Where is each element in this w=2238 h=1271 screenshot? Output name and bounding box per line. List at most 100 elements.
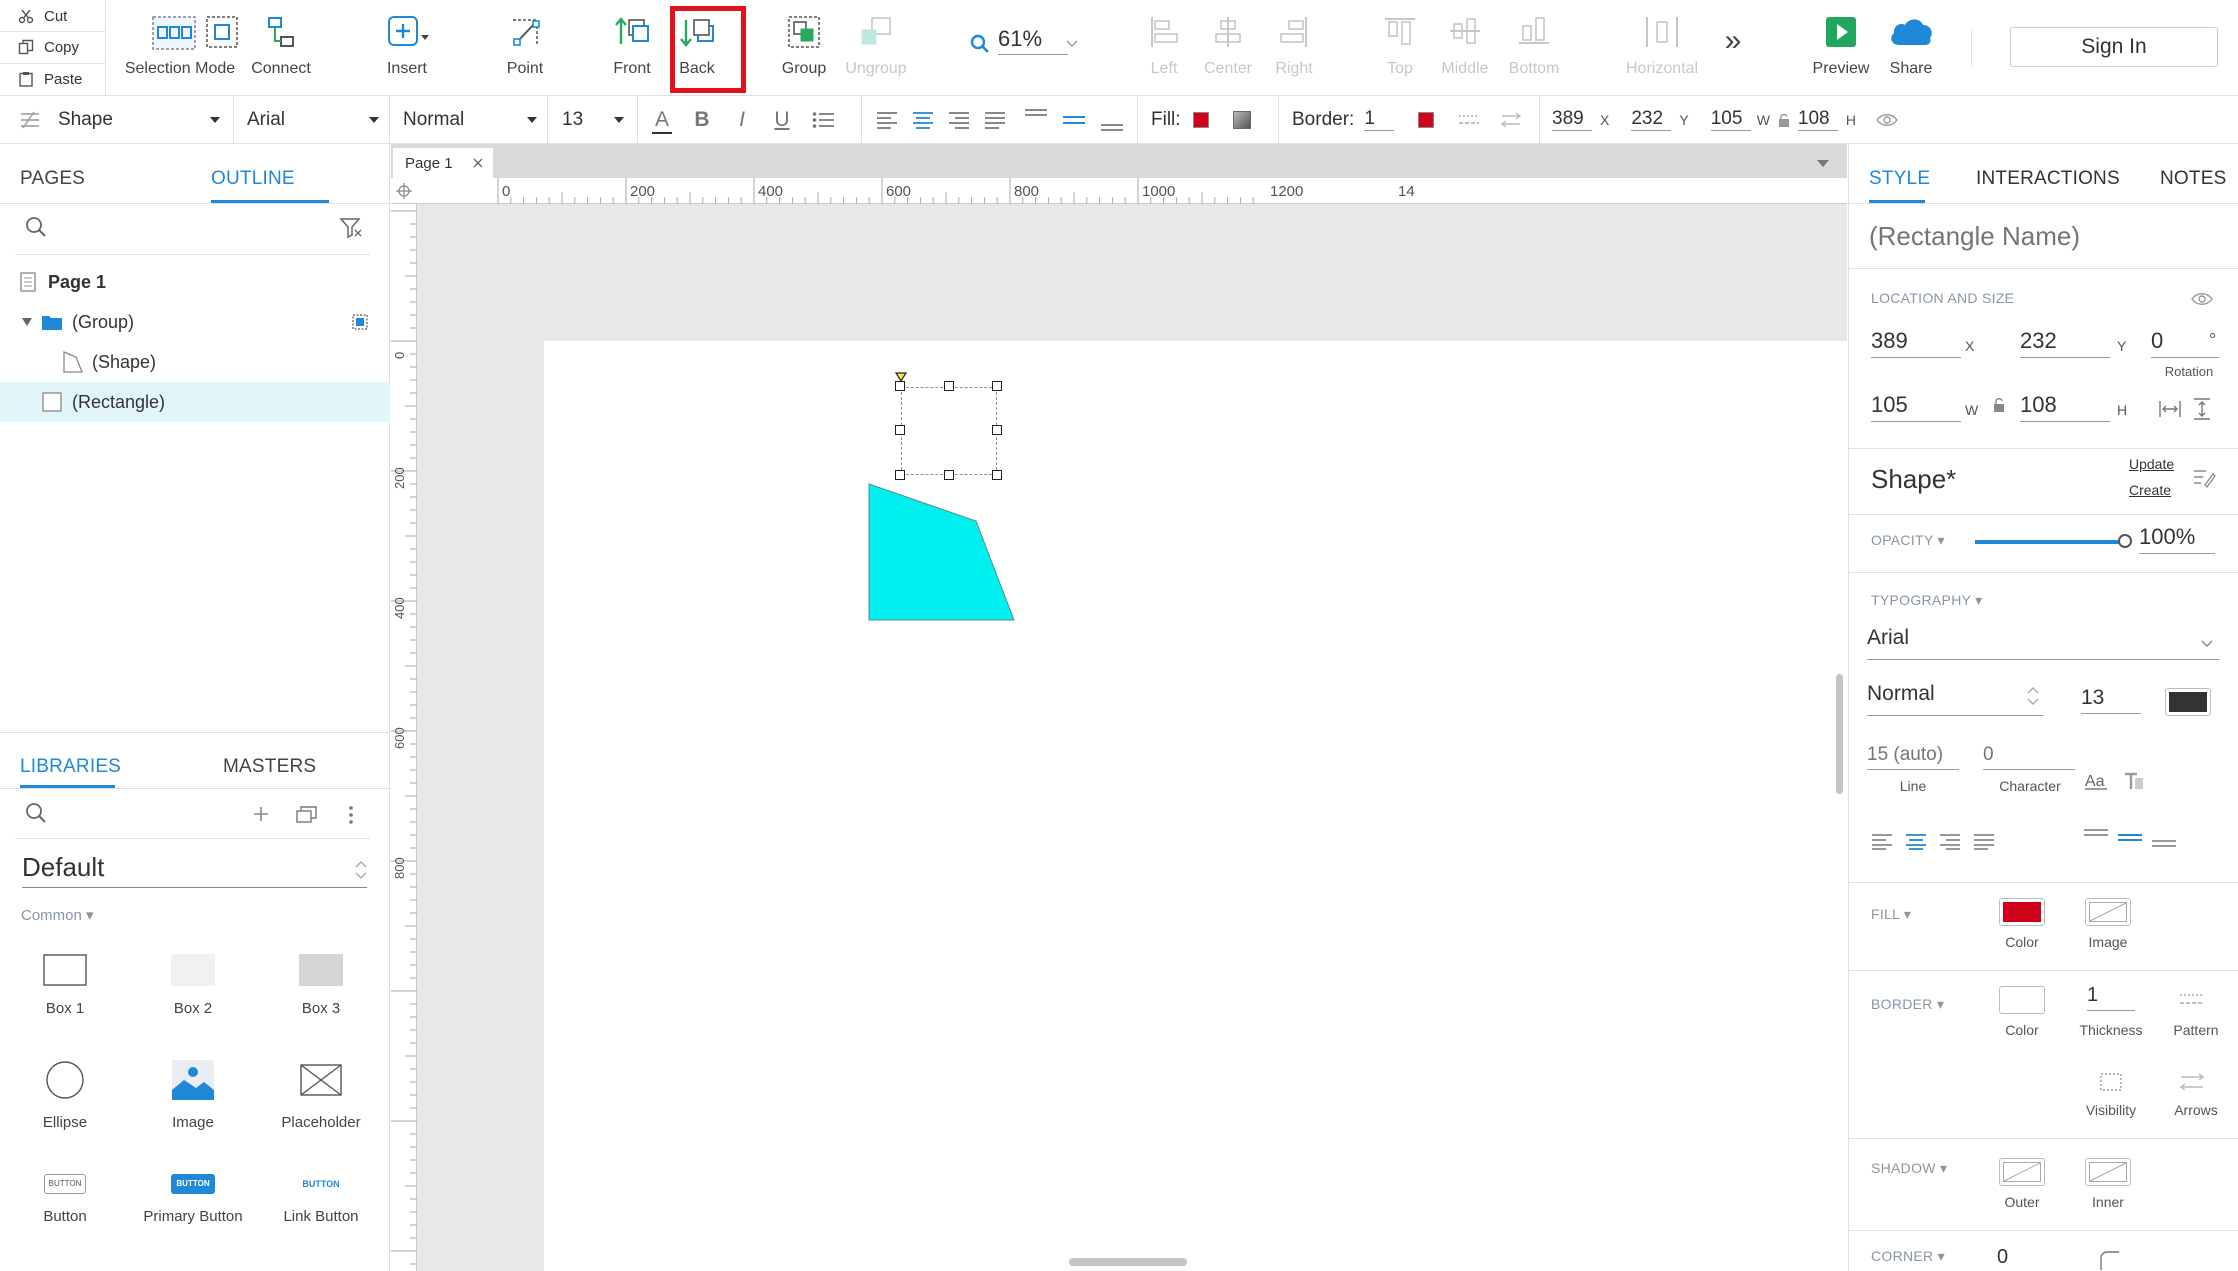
opacity-slider[interactable] [1975,534,2132,548]
align-text-left-icon[interactable] [876,111,898,129]
align-middle-button[interactable]: Middle [1440,0,1490,95]
align-bottom-button[interactable]: Bottom [1506,0,1562,95]
resize-handle[interactable] [895,425,905,435]
tab-masters[interactable]: MASTERS [223,756,316,778]
border-pattern-icon[interactable] [2179,992,2205,1008]
more-tools-button[interactable]: » [1718,26,1748,56]
rotation-handle-icon[interactable] [894,372,908,383]
fit-height-icon[interactable] [2193,398,2211,420]
edit-style-icon[interactable] [2193,468,2216,488]
border-section-label[interactable]: BORDER ▾ [1871,996,1944,1013]
fill-image-button[interactable] [2085,898,2131,926]
library-search-icon[interactable] [25,802,47,824]
copy-button[interactable]: Copy [18,35,79,59]
w-field[interactable]: 105 [1710,108,1751,131]
align-top-button[interactable]: Top [1382,0,1418,95]
library-item-primary-button[interactable]: BUTTON Primary Button [128,1174,258,1225]
line-height-input[interactable] [1867,740,1959,770]
cyan-shape[interactable] [868,483,1015,621]
library-category[interactable]: Common ▾ [21,906,94,924]
typography-label[interactable]: TYPOGRAPHY ▾ [1871,592,1983,609]
library-item-placeholder[interactable]: Placeholder [256,1060,386,1131]
bullet-list-icon[interactable] [812,111,834,129]
library-item-ellipse[interactable]: Ellipse [0,1060,130,1131]
border-thickness-input[interactable]: 1 [2087,984,2135,1011]
border-pattern-icon[interactable] [1458,113,1480,127]
group-selected-icon[interactable] [352,314,368,330]
tab-style[interactable]: STYLE [1869,168,1930,190]
library-item-box1[interactable]: Box 1 [0,954,130,1017]
corner-shape-icon[interactable] [2099,1250,2121,1270]
library-item-button[interactable]: BUTTON Button [0,1174,130,1225]
tree-item-page[interactable]: Page 1 [0,262,390,302]
resize-handle[interactable] [895,470,905,480]
align-center-button[interactable]: Center [1203,0,1253,95]
rp-valign-bottom-icon[interactable] [2151,828,2177,848]
text-color-icon[interactable]: A [652,108,672,134]
weight-select[interactable]: Normal [403,96,537,143]
fill-color-swatch[interactable] [1192,111,1209,128]
update-style-link[interactable]: Update [2129,456,2174,472]
font-size-select[interactable]: 13 [562,96,624,143]
arrows-icon[interactable] [2179,1072,2205,1092]
tab-notes[interactable]: NOTES [2160,168,2226,190]
tab-outline[interactable]: OUTLINE [211,168,295,190]
library-item-box2[interactable]: Box 2 [128,954,258,1017]
resize-handle[interactable] [895,381,905,391]
search-icon[interactable] [25,216,47,238]
y-field[interactable]: 232 [1631,108,1672,131]
lock-icon[interactable] [1778,113,1790,127]
tab-interactions[interactable]: INTERACTIONS [1976,168,2120,190]
opacity-slider-knob[interactable] [2118,534,2132,548]
library-item-link-button[interactable]: BUTTON Link Button [256,1174,386,1225]
insert-button[interactable]: Insert [372,0,442,95]
bring-to-front-button[interactable]: Front [604,0,660,95]
y-input[interactable]: 232 [2020,328,2110,358]
selected-rectangle[interactable] [901,387,997,475]
inner-shadow-button[interactable] [2085,1158,2131,1186]
valign-top-icon[interactable] [1024,108,1048,132]
vertical-scrollbar[interactable] [1836,674,1843,794]
border-width-field[interactable]: 1 [1364,108,1395,131]
cut-button[interactable]: Cut [18,4,67,28]
text-style-icon[interactable] [2123,772,2145,790]
library-item-image[interactable]: Image [128,1060,258,1131]
h-input[interactable]: 108 [2020,392,2110,422]
opacity-value[interactable]: 100% [2139,524,2215,554]
create-style-link[interactable]: Create [2129,482,2171,498]
text-color-button[interactable] [2165,688,2211,716]
selection-mode-button[interactable]: Selection Mode [118,0,242,95]
align-left-button[interactable]: Left [1144,0,1184,95]
text-case-icon[interactable]: Aa [2085,772,2109,790]
resize-handle[interactable] [944,470,954,480]
close-icon[interactable] [473,158,483,168]
filter-icon[interactable] [339,218,362,239]
resize-handle[interactable] [992,425,1002,435]
fill-color-button[interactable] [1999,898,2045,926]
sign-in-button[interactable]: Sign In [2010,27,2218,67]
page-tab[interactable]: Page 1 [393,148,493,178]
align-right-button[interactable]: Right [1272,0,1316,95]
x-field[interactable]: 389 [1552,108,1592,131]
arrow-style-icon[interactable] [1500,111,1522,128]
shadow-section-label[interactable]: SHADOW ▾ [1871,1160,1947,1177]
add-library-icon[interactable] [253,806,269,822]
zoom-control[interactable]: 61% [970,24,1080,60]
canvas-page[interactable] [544,341,1847,1271]
library-item-box3[interactable]: Box 3 [256,954,386,1017]
paste-button[interactable]: Paste [18,67,82,91]
x-input[interactable]: 389 [1871,328,1961,358]
italic-icon[interactable]: I [732,108,752,132]
aspect-lock-icon[interactable] [1993,397,2005,413]
border-visibility-icon[interactable] [2099,1072,2123,1092]
style-select[interactable]: Shape [20,96,220,143]
opacity-label[interactable]: OPACITY ▾ [1871,532,1945,549]
font-family-select[interactable]: Arial [1867,626,2219,660]
connect-button[interactable]: Connect [244,0,318,95]
eye-icon[interactable] [1876,113,1898,127]
valign-bottom-icon[interactable] [1100,108,1124,132]
rp-align-center-icon[interactable] [1905,834,1927,850]
distribute-horizontal-button[interactable]: Horizontal [1620,0,1704,95]
library-manage-icon[interactable] [296,805,318,823]
h-field[interactable]: 108 [1797,108,1838,131]
